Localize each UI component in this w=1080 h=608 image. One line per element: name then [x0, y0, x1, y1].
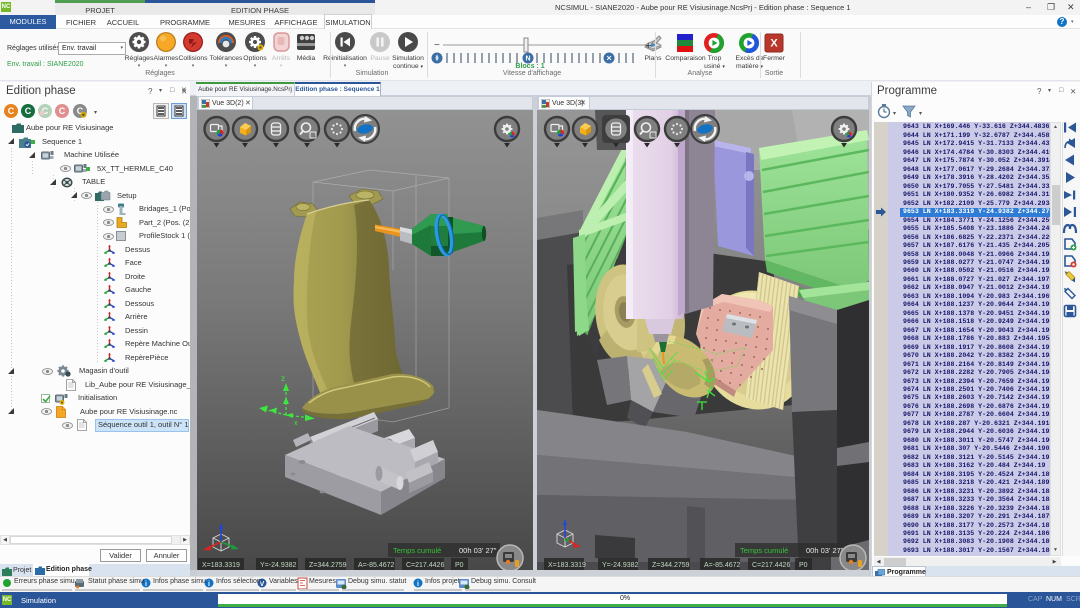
- svg-text:i: i: [208, 581, 210, 588]
- svg-text:i: i: [417, 581, 419, 588]
